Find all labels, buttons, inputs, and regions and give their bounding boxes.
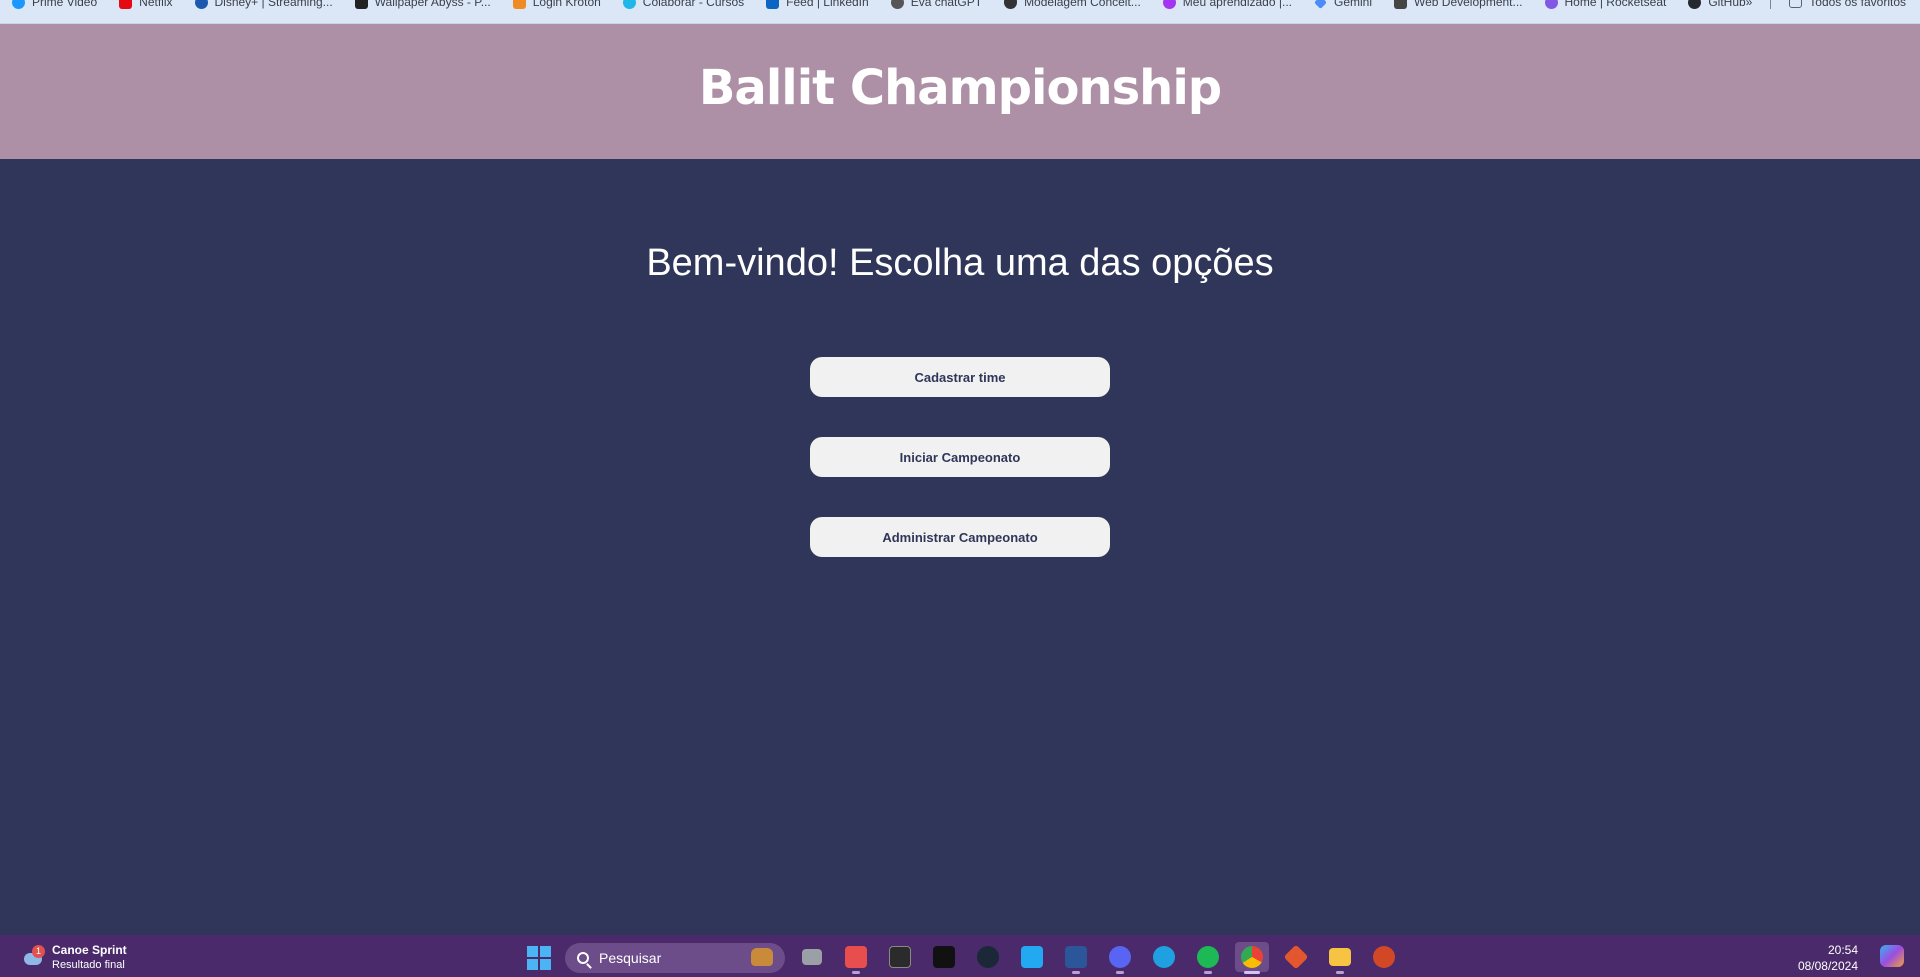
discord-icon[interactable] <box>1103 942 1137 974</box>
bookmark-wallpaper-abyss[interactable]: Wallpaper Abyss - P... <box>354 0 491 9</box>
git-icon[interactable] <box>1279 942 1313 972</box>
kroton-icon <box>512 0 526 9</box>
bookmarks-overflow-button[interactable]: » <box>1746 0 1753 9</box>
github-icon <box>1688 0 1702 9</box>
terminal-icon[interactable] <box>883 942 917 972</box>
welcome-heading: Bem-vindo! Escolha uma das opções <box>646 242 1274 284</box>
weather-title: Canoe Sprint <box>52 943 127 957</box>
bookmarks-bar: Prime Video Netflix Disney+ | Streaming.… <box>0 0 1920 24</box>
manage-championship-button[interactable]: Administrar Campeonato <box>810 517 1110 557</box>
weather-subtitle: Resultado final <box>52 959 125 971</box>
udemy-icon <box>1162 0 1176 9</box>
system-clock[interactable]: 20:54 08/08/2024 <box>1798 942 1858 974</box>
linkedin-icon <box>766 0 780 9</box>
bookmark-meu-aprendizado[interactable]: Meu aprendizado |... <box>1162 0 1292 9</box>
file-explorer-icon[interactable] <box>1323 942 1357 974</box>
site-title: Ballit Championship <box>698 59 1222 116</box>
search-highlight-icon <box>751 948 773 966</box>
epic-games-icon[interactable] <box>927 942 961 972</box>
bookmark-github[interactable]: GitHub <box>1688 0 1746 9</box>
colaborar-icon <box>622 0 636 9</box>
task-view-icon[interactable] <box>795 942 829 972</box>
site-header: Ballit Championship <box>0 24 1920 159</box>
edge-icon[interactable] <box>1147 942 1181 972</box>
bookmark-eva-chatgpt[interactable]: Eva chatGPT <box>890 0 982 9</box>
weather-icon: 1 <box>22 945 45 969</box>
bookmark-web-development[interactable]: Web Development... <box>1394 0 1523 9</box>
clock-time: 20:54 <box>1827 943 1858 957</box>
taskbar-search[interactable] <box>565 943 785 973</box>
wallpaper-abyss-icon <box>354 0 368 9</box>
bookmark-modelagem[interactable]: Modelagem Conceit... <box>1004 0 1141 9</box>
taskbar-search-input[interactable] <box>599 950 729 966</box>
gemini-icon <box>1314 0 1327 9</box>
chatgpt-icon <box>890 0 904 9</box>
notification-badge: 1 <box>32 945 45 958</box>
bookmark-login-kroton[interactable]: Login Kroton <box>512 0 601 9</box>
search-icon <box>577 952 589 964</box>
taskbar: 1 Canoe Sprint Resultado final 20:54 08/… <box>0 935 1920 977</box>
bookmark-colaborar[interactable]: Colaborar - Cursos <box>622 0 744 9</box>
vscode-icon[interactable] <box>1015 942 1049 972</box>
spotify-icon[interactable] <box>1191 942 1225 974</box>
all-favorites-button[interactable]: Todos os favoritos <box>1789 0 1906 9</box>
snipping-tool-icon[interactable] <box>839 942 873 974</box>
steam-icon[interactable] <box>971 942 1005 972</box>
rocketseat-icon <box>1544 0 1558 9</box>
disney-plus-icon <box>194 0 208 9</box>
bookmark-linkedin[interactable]: Feed | LinkedIn <box>766 0 869 9</box>
weather-widget[interactable]: 1 Canoe Sprint Resultado final <box>22 943 127 973</box>
copilot-icon[interactable] <box>1880 945 1904 967</box>
shield-icon <box>1004 0 1018 9</box>
folder-icon <box>1789 0 1803 8</box>
start-championship-button[interactable]: Iniciar Campeonato <box>810 437 1110 477</box>
taskbar-apps <box>795 942 1401 974</box>
netflix-icon <box>119 0 133 9</box>
windows-start-icon[interactable] <box>527 946 551 970</box>
bookmark-netflix[interactable]: Netflix <box>119 0 173 9</box>
prime-video-icon <box>12 0 25 9</box>
bookmark-prime-video[interactable]: Prime Video <box>12 0 97 9</box>
word-icon[interactable] <box>1059 942 1093 974</box>
bookmark-rocketseat[interactable]: Home | Rocketseat <box>1544 0 1666 9</box>
document-icon <box>1394 0 1407 9</box>
clock-date: 08/08/2024 <box>1797 959 1858 973</box>
chrome-icon[interactable] <box>1235 942 1269 974</box>
bookmark-gemini[interactable]: Gemini <box>1314 0 1372 9</box>
powerpoint-icon[interactable] <box>1367 942 1401 972</box>
register-team-button[interactable]: Cadastrar time <box>810 357 1110 397</box>
bookmark-disney-plus[interactable]: Disney+ | Streaming... <box>194 0 333 9</box>
bookmarks-separator <box>1770 0 1772 9</box>
